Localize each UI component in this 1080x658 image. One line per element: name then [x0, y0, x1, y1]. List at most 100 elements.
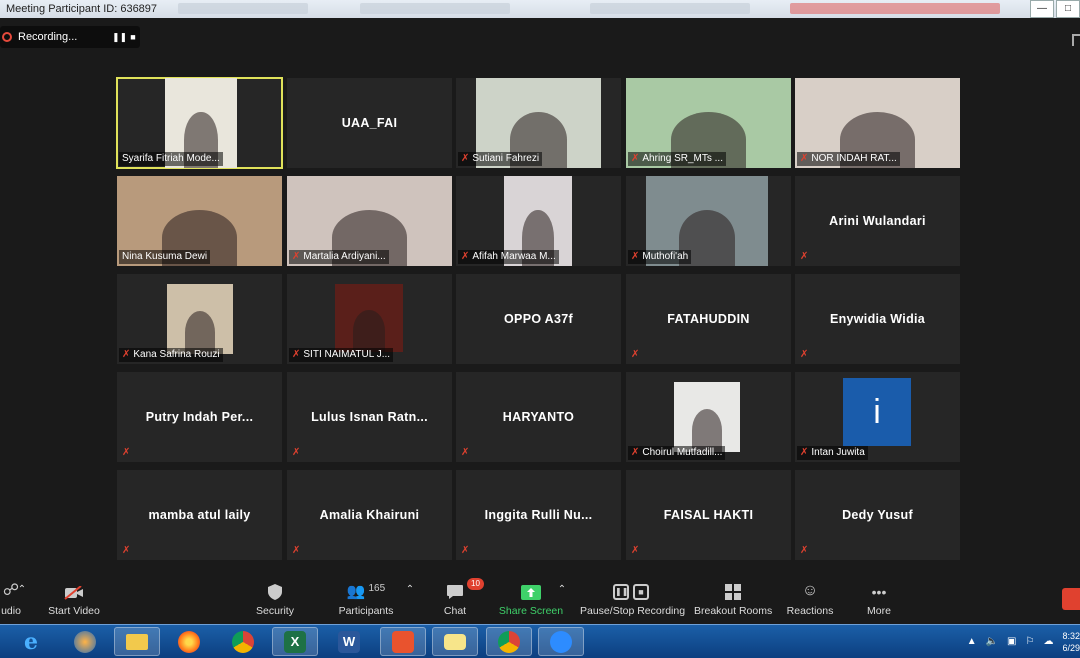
- mic-muted-icon: ✗: [800, 349, 809, 360]
- end-meeting-button[interactable]: [1062, 588, 1080, 610]
- maximize-icon[interactable]: □: [1056, 0, 1080, 18]
- participant-tile[interactable]: HARYANTO ✗: [456, 372, 621, 462]
- participant-name: HARYANTO: [502, 410, 575, 424]
- background-tab: [790, 3, 1000, 14]
- participant-name: SITI NAIMATUL J...: [303, 349, 391, 360]
- media-player-icon[interactable]: [62, 627, 108, 656]
- mic-muted-icon: ✗: [631, 349, 640, 360]
- participant-name: Kana Safrina Rouzi: [133, 349, 220, 360]
- mic-muted-icon: ✗: [631, 447, 640, 458]
- pdf-icon[interactable]: [380, 627, 426, 656]
- participant-caption: ✗ Kana Safrina Rouzi: [119, 348, 223, 362]
- mic-muted-icon: ✗: [461, 251, 470, 262]
- participant-name: Intan Juwita: [811, 447, 865, 458]
- participant-name: Enywidia Widia: [829, 312, 926, 326]
- participant-name: Afifah Marwaa M...: [472, 251, 556, 262]
- background-tab: [360, 3, 510, 14]
- security-button[interactable]: Security: [250, 576, 300, 624]
- participant-tile[interactable]: i ✗ Intan Juwita: [795, 372, 960, 462]
- mic-muted-icon: ✗: [122, 349, 131, 360]
- participant-name: Muthofi'ah: [642, 251, 689, 262]
- mic-muted-icon: ✗: [292, 349, 301, 360]
- word-icon[interactable]: W: [326, 627, 372, 656]
- participant-tile[interactable]: ✗ Martalia Ardiyani...: [287, 176, 452, 266]
- participant-tile[interactable]: mamba atul laily ✗: [117, 470, 282, 560]
- zoom-icon[interactable]: [538, 627, 584, 656]
- window-titlebar: Meeting Participant ID: 636897 — □: [0, 0, 1080, 18]
- tray-expand-icon[interactable]: ▲: [967, 636, 977, 647]
- mic-muted-icon: ✗: [292, 447, 301, 458]
- participant-tile[interactable]: ✗ Afifah Marwaa M...: [456, 176, 621, 266]
- excel-icon[interactable]: X: [272, 627, 318, 656]
- participant-caption: ✗ Choirul Mutfadill...: [628, 446, 726, 460]
- participant-tile[interactable]: Arini Wulandari ✗: [795, 176, 960, 266]
- participant-tile[interactable]: Nina Kusuma Dewi: [117, 176, 282, 266]
- participant-tile[interactable]: Lulus Isnan Ratn... ✗: [287, 372, 452, 462]
- clock[interactable]: 8:32 6/29: [1062, 630, 1080, 654]
- mic-muted-icon: ✗: [461, 153, 470, 164]
- avatar-letter: i: [873, 392, 881, 431]
- stop-icon[interactable]: ■: [126, 32, 140, 42]
- network-icon[interactable]: ⚐: [1026, 636, 1035, 647]
- participant-name: Arini Wulandari: [829, 214, 926, 228]
- participant-name: FATAHUDDIN: [667, 312, 750, 326]
- participant-tile[interactable]: Putry Indah Per... ✗: [117, 372, 282, 462]
- share-screen-button[interactable]: Share Screen: [498, 576, 564, 624]
- sticky-notes-icon[interactable]: [432, 627, 478, 656]
- firefox-icon[interactable]: [166, 627, 212, 656]
- background-tab: [178, 3, 308, 14]
- meeting-toolbar: ☍ udio ⌃ Start Video Security 👥 165 Part…: [0, 576, 1080, 624]
- participant-tile[interactable]: ✗ Ahring SR_MTs ...: [626, 78, 791, 168]
- participant-tile[interactable]: FAISAL HAKTI ✗: [626, 470, 791, 560]
- participant-name: OPPO A37f: [504, 312, 573, 326]
- participant-tile[interactable]: ✗ SITI NAIMATUL J...: [287, 274, 452, 364]
- participant-tile[interactable]: Syarifa Fitriah Mode...: [116, 77, 283, 169]
- pause-stop-recording-button[interactable]: ❚❚ ■ Pause/Stop Recording: [580, 576, 685, 624]
- participant-tile[interactable]: ✗ Sutiani Fahrezi: [456, 78, 621, 168]
- chat-button[interactable]: 10 Chat: [440, 576, 484, 624]
- minimize-icon[interactable]: —: [1030, 0, 1054, 18]
- chrome-icon[interactable]: [220, 627, 266, 656]
- avatar: i: [843, 378, 911, 446]
- participant-name: mamba atul laily: [148, 508, 251, 522]
- participant-name: Martalia Ardiyani...: [303, 251, 386, 262]
- view-toggle-icon[interactable]: [1072, 34, 1080, 46]
- participant-tile[interactable]: ✗ Choirul Mutfadill...: [626, 372, 791, 462]
- ie-icon[interactable]: e: [8, 627, 54, 656]
- participant-tile[interactable]: OPPO A37f: [456, 274, 621, 364]
- participant-tile[interactable]: Enywidia Widia ✗: [795, 274, 960, 364]
- participant-tile[interactable]: UAA_FAI: [287, 78, 452, 168]
- participant-tile[interactable]: ✗ NOR INDAH RAT...: [795, 78, 960, 168]
- participants-count: 165: [368, 583, 386, 594]
- participant-name: Ahring SR_MTs ...: [642, 153, 723, 164]
- mic-muted-icon: ✗: [631, 545, 640, 556]
- reactions-button[interactable]: ☺ Reactions: [786, 576, 834, 624]
- pause-icon[interactable]: ❚❚: [112, 32, 127, 43]
- windows-taskbar: e X W ▲ 🔈 ▣ ⚐ ☁ 8:32 6/29: [0, 624, 1080, 658]
- mic-muted-icon: ✗: [800, 153, 809, 164]
- share-arrow-icon: [498, 576, 564, 600]
- recording-dot-icon: [2, 32, 12, 42]
- stop-icon: ■: [633, 584, 649, 600]
- mic-muted-icon: ✗: [461, 447, 470, 458]
- mic-muted-icon: ✗: [631, 153, 640, 164]
- participant-name: Lulus Isnan Ratn...: [311, 410, 428, 424]
- file-explorer-icon[interactable]: [114, 627, 160, 656]
- participant-tile[interactable]: Inggita Rulli Nu... ✗: [456, 470, 621, 560]
- participant-tile[interactable]: Dedy Yusuf ✗: [795, 470, 960, 560]
- participant-tile[interactable]: ✗ Kana Safrina Rouzi: [117, 274, 282, 364]
- display-icon[interactable]: ▣: [1007, 636, 1016, 647]
- participant-tile[interactable]: FATAHUDDIN ✗: [626, 274, 791, 364]
- chrome-profile-icon[interactable]: [486, 627, 532, 656]
- volume-icon[interactable]: 🔈: [986, 636, 998, 647]
- participant-tile[interactable]: Amalia Khairuni ✗: [287, 470, 452, 560]
- breakout-rooms-button[interactable]: Breakout Rooms: [694, 576, 772, 624]
- participant-name: Putry Indah Per...: [145, 410, 254, 424]
- participant-caption: ✗ Martalia Ardiyani...: [289, 250, 389, 264]
- more-button[interactable]: ••• More: [862, 576, 896, 624]
- participant-tile[interactable]: ✗ Muthofi'ah: [626, 176, 791, 266]
- cloud-icon[interactable]: ☁: [1043, 636, 1053, 647]
- participant-video: [167, 284, 233, 354]
- participants-button[interactable]: 👥 165 Participants: [336, 576, 396, 624]
- start-video-button[interactable]: Start Video: [44, 576, 104, 624]
